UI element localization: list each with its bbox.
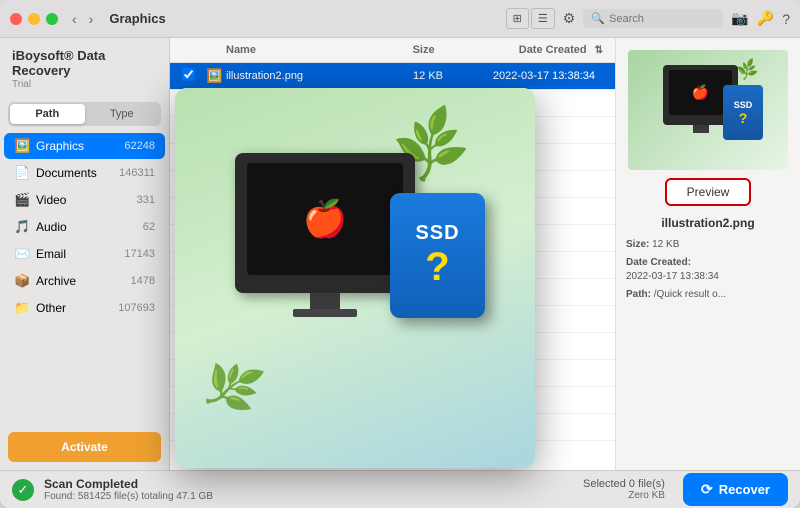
sidebar-item-other[interactable]: 📁 Other 107693 — [4, 295, 165, 321]
sidebar-item-label: Audio — [36, 220, 143, 234]
key-icon-button[interactable]: 🔑 — [757, 10, 774, 27]
search-icon: 🔍 — [591, 12, 605, 25]
app-subtitle: Trial — [12, 79, 157, 90]
maximize-button[interactable] — [46, 13, 58, 25]
table-row[interactable]: 🖼️ illustration2.png 12 KB 2022-03-17 13… — [170, 63, 615, 90]
title-bar: ‹ › Graphics ⊞ ☰ ⚙ 🔍 📷 🔑 ? — [0, 0, 800, 38]
selected-files: Selected 0 file(s) — [583, 478, 665, 490]
sidebar-item-video[interactable]: 🎬 Video 331 — [4, 187, 165, 213]
sidebar-items: 🖼️ Graphics 62248 📄 Documents 146311 🎬 V… — [0, 132, 169, 424]
window-title: Graphics — [109, 11, 505, 26]
minimize-button[interactable] — [28, 13, 40, 25]
scan-title: Scan Completed — [44, 477, 573, 491]
date-label: Date Created: — [626, 257, 691, 268]
sidebar: iBoysoft® Data Recovery Trial Path Type … — [0, 38, 170, 470]
preview-filename: illustration2.png — [661, 216, 754, 230]
preview-panel: 🍎 SSD ? 🌿 Preview illustration2.png — [615, 38, 800, 470]
view-toggle: ⊞ ☰ — [506, 8, 555, 29]
sidebar-item-audio[interactable]: 🎵 Audio 62 — [4, 214, 165, 240]
path-label: Path: — [626, 289, 651, 300]
sidebar-item-label: Video — [36, 193, 137, 207]
row-checkbox[interactable] — [182, 68, 195, 81]
file-list-header: Name Size Date Created ⇅ — [170, 38, 615, 63]
sidebar-item-label: Graphics — [36, 139, 124, 153]
recover-label: Recover — [719, 482, 770, 497]
recover-icon: ⟳ — [701, 481, 713, 498]
preview-button[interactable]: Preview — [665, 178, 752, 206]
selected-info: Selected 0 file(s) Zero KB — [583, 478, 665, 501]
camera-icon-button[interactable]: 📷 — [731, 10, 748, 27]
sidebar-item-label: Other — [36, 301, 118, 315]
preview-image-container: 🍎 SSD ? 🌿 — [628, 50, 788, 170]
list-view-button[interactable]: ☰ — [531, 8, 555, 29]
tab-type[interactable]: Type — [85, 104, 160, 124]
file-size: 12 KB — [363, 70, 443, 82]
title-bar-actions: ⊞ ☰ ⚙ 🔍 📷 🔑 ? — [506, 8, 790, 29]
file-date: 2022-03-17 13:38:34 — [443, 70, 603, 82]
sidebar-item-count: 1478 — [131, 275, 155, 287]
header-name: Name — [226, 44, 355, 56]
sidebar-item-email[interactable]: ✉️ Email 17143 — [4, 241, 165, 267]
sidebar-item-count: 62 — [143, 221, 155, 233]
grid-view-button[interactable]: ⊞ — [506, 8, 529, 29]
status-bar: ✓ Scan Completed Found: 581425 file(s) t… — [0, 470, 800, 508]
sidebar-item-label: Archive — [36, 274, 131, 288]
preview-date-row: Date Created: 2022-03-17 13:38:34 — [626, 256, 790, 284]
email-icon: ✉️ — [14, 246, 30, 262]
help-button[interactable]: ? — [782, 11, 790, 27]
path-value: /Quick result o... — [654, 289, 726, 300]
archive-icon: 📦 — [14, 273, 30, 289]
file-name: illustration2.png — [226, 70, 363, 82]
popup-image: 🌿 🌿 🍎 SSD ? — [175, 88, 535, 468]
forward-button[interactable]: › — [85, 9, 98, 29]
video-icon: 🎬 — [14, 192, 30, 208]
header-size: Size — [355, 44, 435, 56]
audio-icon: 🎵 — [14, 219, 30, 235]
other-icon: 📁 — [14, 300, 30, 316]
sidebar-item-count: 146311 — [119, 167, 155, 179]
recover-button[interactable]: ⟳ Recover — [683, 473, 788, 506]
sidebar-item-count: 107693 — [118, 302, 155, 314]
scan-info: Scan Completed Found: 581425 file(s) tot… — [44, 477, 573, 502]
nav-buttons: ‹ › — [68, 9, 97, 29]
preview-size-row: Size: 12 KB — [626, 238, 790, 252]
date-value: 2022-03-17 13:38:34 — [626, 270, 790, 284]
preview-meta: Size: 12 KB Date Created: 2022-03-17 13:… — [626, 238, 790, 306]
scan-subtitle: Found: 581425 file(s) totaling 47.1 GB — [44, 491, 573, 502]
search-input[interactable] — [609, 13, 715, 25]
sidebar-item-count: 62248 — [124, 140, 155, 152]
size-value: 12 KB — [652, 239, 679, 250]
preview-path-row: Path: /Quick result o... — [626, 288, 790, 302]
sidebar-item-archive[interactable]: 📦 Archive 1478 — [4, 268, 165, 294]
activate-button[interactable]: Activate — [8, 432, 161, 462]
sidebar-item-documents[interactable]: 📄 Documents 146311 — [4, 160, 165, 186]
size-label: Size: — [626, 239, 649, 250]
sidebar-item-label: Documents — [36, 166, 119, 180]
sidebar-item-count: 331 — [137, 194, 155, 206]
app-title: iBoysoft® Data Recovery — [12, 48, 157, 78]
sidebar-item-label: Email — [36, 247, 124, 261]
header-date: Date Created — [435, 44, 595, 56]
graphics-icon: 🖼️ — [14, 138, 30, 154]
popup-overlay: 🌿 🌿 🍎 SSD ? — [175, 88, 535, 468]
sidebar-item-count: 17143 — [124, 248, 155, 260]
close-button[interactable] — [10, 13, 22, 25]
documents-icon: 📄 — [14, 165, 30, 181]
file-icon: 🖼️ — [206, 68, 222, 84]
sidebar-tabs: Path Type — [8, 102, 161, 126]
sidebar-item-graphics[interactable]: 🖼️ Graphics 62248 — [4, 133, 165, 159]
sidebar-footer: Activate — [0, 424, 169, 470]
tab-path[interactable]: Path — [10, 104, 85, 124]
selected-size: Zero KB — [583, 490, 665, 501]
traffic-lights — [10, 13, 58, 25]
sort-icon: ⇅ — [595, 45, 603, 56]
back-button[interactable]: ‹ — [68, 9, 81, 29]
sidebar-header: iBoysoft® Data Recovery Trial — [0, 38, 169, 96]
filter-button[interactable]: ⚙ — [563, 10, 576, 27]
search-bar: 🔍 — [583, 9, 723, 28]
scan-complete-icon: ✓ — [12, 479, 34, 501]
preview-thumb: 🍎 SSD ? 🌿 — [628, 50, 788, 170]
